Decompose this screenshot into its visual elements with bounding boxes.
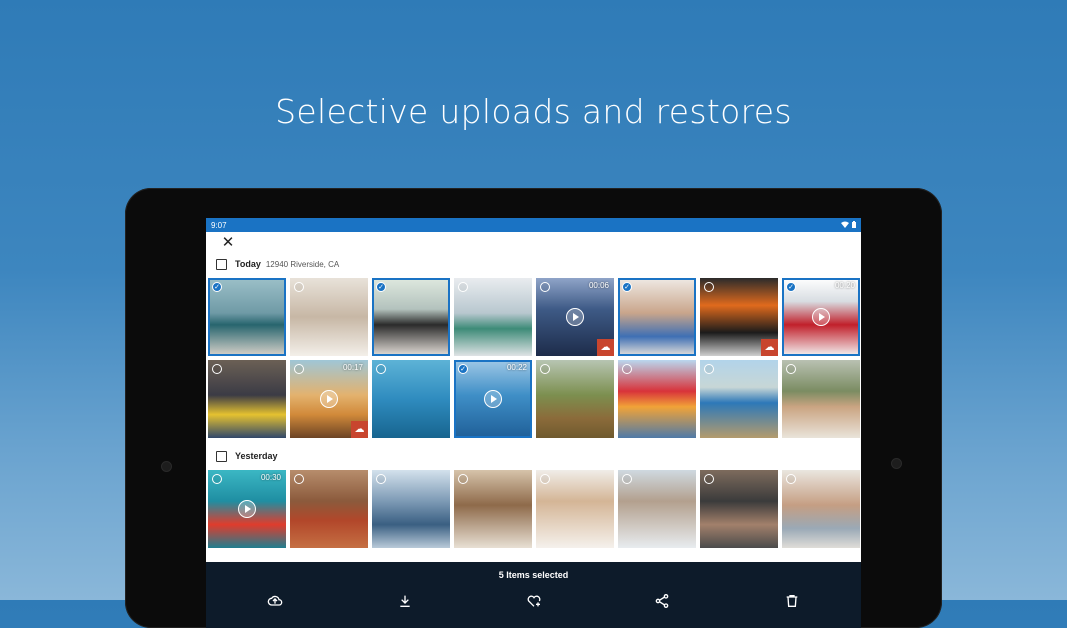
selected-check-icon[interactable]: ✓ [376, 282, 386, 292]
selected-check-icon[interactable]: ✓ [622, 282, 632, 292]
photo-tile[interactable] [290, 278, 368, 356]
download-icon[interactable] [394, 590, 416, 612]
photo-tile[interactable] [536, 360, 614, 438]
photo-tile[interactable] [290, 470, 368, 548]
video-duration: 00:17 [342, 363, 363, 372]
video-duration: 00:06 [588, 281, 609, 290]
action-row [206, 590, 861, 614]
photo-tile[interactable]: ✓ 00:22 [454, 360, 532, 438]
photo-tile[interactable] [454, 278, 532, 356]
selection-action-bar: 5 Items selected [206, 562, 861, 628]
trash-icon[interactable] [781, 590, 803, 612]
select-circle-icon[interactable] [704, 364, 714, 374]
photo-tile[interactable] [208, 360, 286, 438]
video-duration: 00:22 [506, 363, 527, 372]
photo-tile[interactable] [618, 360, 696, 438]
cloud-upload-icon[interactable] [264, 590, 286, 612]
video-duration: 00:30 [260, 473, 281, 482]
status-time: 9:07 [211, 220, 227, 230]
section-header-today: Today 12940 Riverside, CA [206, 254, 861, 274]
photo-tile[interactable] [700, 470, 778, 548]
play-icon[interactable] [566, 308, 584, 326]
select-circle-icon[interactable] [704, 474, 714, 484]
select-all-yesterday-checkbox[interactable] [216, 450, 227, 462]
photo-tile[interactable] [372, 470, 450, 548]
select-circle-icon[interactable] [704, 282, 714, 292]
select-circle-icon[interactable] [540, 282, 550, 292]
select-circle-icon[interactable] [212, 474, 222, 484]
select-circle-icon[interactable] [622, 474, 632, 484]
top-bar: ✕ [206, 232, 861, 254]
selected-check-icon[interactable]: ✓ [212, 282, 222, 292]
status-bar: 9:07 [206, 218, 861, 232]
select-circle-icon[interactable] [376, 474, 386, 484]
cloud-off-icon: ☁ [761, 339, 778, 356]
photo-tile[interactable]: 00:30 [208, 470, 286, 548]
selected-check-icon[interactable]: ✓ [458, 364, 468, 374]
camera-dot [161, 461, 172, 472]
select-circle-icon[interactable] [458, 474, 468, 484]
selected-check-icon[interactable]: ✓ [786, 282, 796, 292]
select-circle-icon[interactable] [294, 364, 304, 374]
share-icon[interactable] [651, 590, 673, 612]
section-location: 12940 Riverside, CA [265, 259, 340, 269]
photo-tile[interactable] [536, 470, 614, 548]
cloud-off-icon: ☁ [597, 339, 614, 356]
select-circle-icon[interactable] [786, 474, 796, 484]
photo-tile[interactable] [618, 470, 696, 548]
play-icon[interactable] [812, 308, 830, 326]
select-circle-icon[interactable] [540, 474, 550, 484]
photo-tile[interactable] [372, 360, 450, 438]
select-all-today-checkbox[interactable] [216, 258, 227, 270]
photo-grid-yesterday: 00:30 [206, 466, 861, 548]
headline: Selective uploads and restores [275, 92, 792, 131]
play-icon[interactable] [238, 500, 256, 518]
section-title: Yesterday [235, 451, 278, 461]
photo-tile[interactable]: ✓ 00:20 [782, 278, 860, 356]
photo-tile[interactable]: 00:06 ☁ [536, 278, 614, 356]
camera-dot [891, 458, 902, 469]
app-screen: 9:07 ✕ Today 12940 Riverside, CA ✓ ✓ 00:06… [206, 218, 861, 628]
photo-tile[interactable] [782, 360, 860, 438]
play-icon[interactable] [484, 390, 502, 408]
photo-tile[interactable] [700, 360, 778, 438]
tablet-frame: 9:07 ✕ Today 12940 Riverside, CA ✓ ✓ 00:06… [125, 188, 942, 628]
select-circle-icon[interactable] [212, 364, 222, 374]
select-circle-icon[interactable] [458, 282, 468, 292]
photo-tile[interactable] [454, 470, 532, 548]
select-circle-icon[interactable] [622, 364, 632, 374]
close-icon[interactable]: ✕ [220, 235, 236, 251]
cloud-off-icon: ☁ [351, 421, 368, 438]
select-circle-icon[interactable] [786, 364, 796, 374]
wifi-icon [841, 221, 849, 230]
video-duration: 00:20 [834, 281, 855, 290]
photo-grid-today: ✓ ✓ 00:06 ☁ ✓ ☁ ✓ 00:20 00:17 ☁ ✓ 00:22 [206, 274, 861, 438]
photo-tile[interactable]: 00:17 ☁ [290, 360, 368, 438]
select-circle-icon[interactable] [294, 474, 304, 484]
select-circle-icon[interactable] [540, 364, 550, 374]
photo-tile[interactable]: ✓ [208, 278, 286, 356]
play-icon[interactable] [320, 390, 338, 408]
select-circle-icon[interactable] [294, 282, 304, 292]
photo-tile[interactable]: ☁ [700, 278, 778, 356]
photo-tile[interactable] [782, 470, 860, 548]
photo-tile[interactable]: ✓ [618, 278, 696, 356]
status-icons [841, 220, 856, 230]
selection-count: 5 Items selected [498, 570, 569, 580]
photo-tile[interactable]: ✓ [372, 278, 450, 356]
section-header-yesterday: Yesterday [206, 446, 861, 466]
section-title: Today [235, 259, 261, 269]
select-circle-icon[interactable] [376, 364, 386, 374]
battery-icon [852, 220, 856, 230]
heart-plus-icon[interactable] [523, 590, 545, 612]
